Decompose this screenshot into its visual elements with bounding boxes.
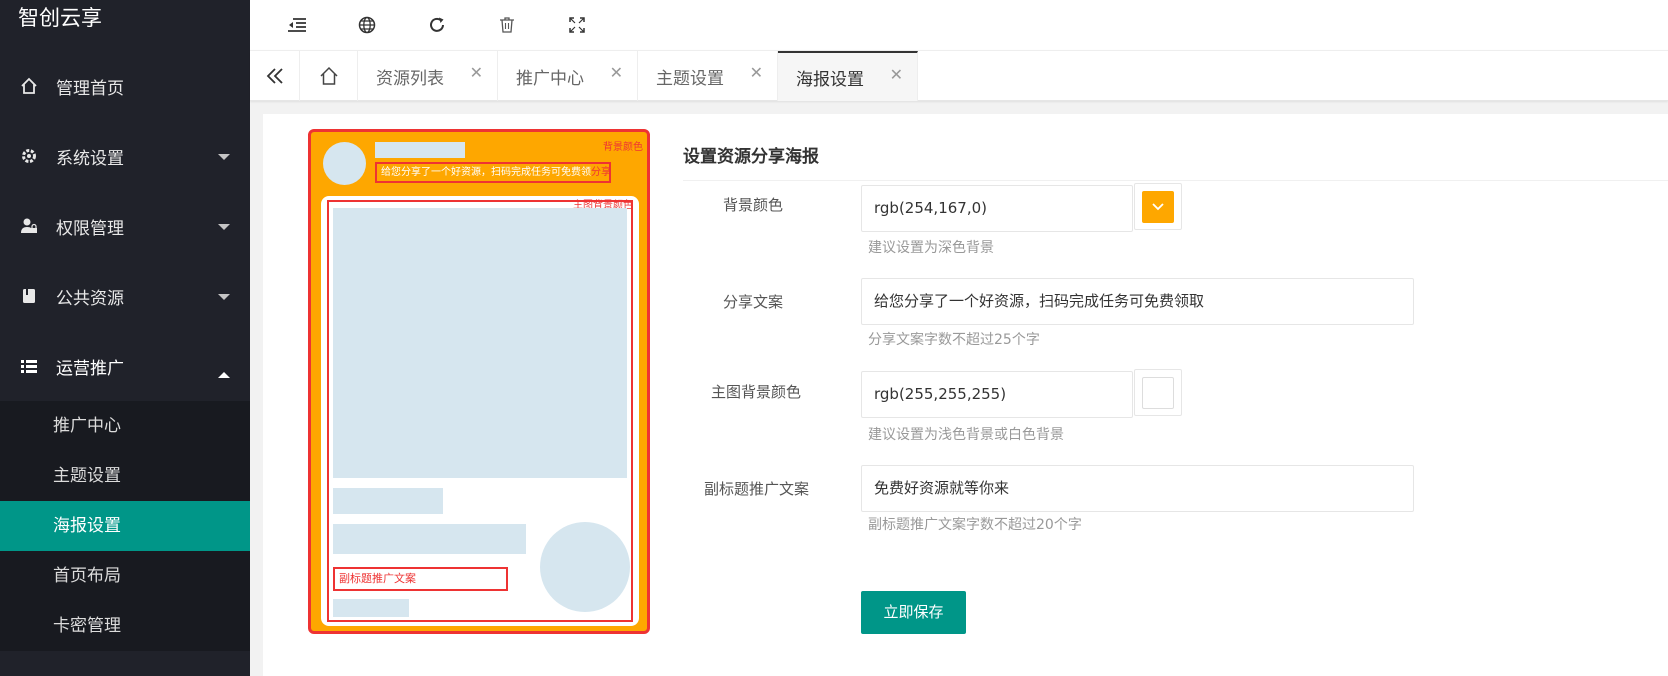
bg-color-label: 背景颜色 [722,196,783,214]
poster-footer-placeholder [333,599,409,617]
close-icon[interactable]: ✕ [470,63,483,82]
divider [683,180,1668,181]
color-swatch [1142,190,1174,223]
tab-label: 推广中心 [516,68,584,89]
tab-home[interactable] [300,51,358,101]
subtitle-hint: 副标题推广文案字数不超过20个字 [868,517,1082,533]
home-icon [319,66,338,85]
sidebar: 智创云享 管理首页 系统设置 权限管理 公共资源 运营推广 推广中心 主题设置 … [0,0,250,676]
gear-icon [20,147,38,165]
sidebar-item-label: 系统设置 [56,148,124,169]
chevron-down-icon [1152,202,1164,210]
poster-title-placeholder [333,488,443,514]
sidebar-subitem-home-layout[interactable]: 首页布局 [0,551,250,601]
subtitle-input[interactable]: 免费好资源就等你来 [861,465,1414,512]
subtitle-label: 副标题推广文案 [703,480,809,498]
sidebar-item-system-settings[interactable]: 系统设置 [0,121,250,191]
sidebar-item-label: 权限管理 [56,218,124,239]
chevron-down-icon [218,154,230,160]
share-text-hint: 分享文案字数不超过25个字 [868,332,1040,348]
poster-qrcode-placeholder [540,522,630,612]
tab-poster-settings[interactable]: 海报设置 ✕ [778,51,918,101]
sidebar-item-operations[interactable]: 运营推广 [0,331,250,401]
poster-preview: 背景颜色 给您分享了一个好资源，扫码完成任务可免费领分享文案 主图背景颜色 副标… [308,129,650,634]
book-icon [20,287,38,305]
sidebar-subitem-theme-settings[interactable]: 主题设置 [0,451,250,501]
poster-main-area: 主图背景颜色 副标题推广文案 [321,196,639,626]
main-bg-color-hint: 建议设置为浅色背景或白色背景 [868,427,1064,443]
list-icon [20,357,38,375]
chevron-up-icon [218,372,230,378]
tab-label: 主题设置 [656,68,724,89]
globe-icon[interactable] [332,0,402,50]
save-button[interactable]: 立即保存 [861,591,966,634]
sidebar-subitem-card-management[interactable]: 卡密管理 [0,601,250,651]
poster-share-text: 给您分享了一个好资源，扫码完成任务可免费领 [381,167,591,178]
sidebar-subitem-poster-settings[interactable]: 海报设置 [0,501,250,551]
fullscreen-icon[interactable] [542,0,612,50]
sidebar-item-permissions[interactable]: 权限管理 [0,191,250,261]
poster-desc-placeholder [333,524,526,554]
outdent-icon[interactable] [262,0,332,50]
chevron-down-icon [218,224,230,230]
sidebar-item-home[interactable]: 管理首页 [0,51,250,121]
sidebar-item-label: 公共资源 [56,288,124,309]
share-text-input[interactable]: 给您分享了一个好资源，扫码完成任务可免费领取 [861,278,1414,325]
share-text-label: 分享文案 [722,293,783,311]
close-icon[interactable]: ✕ [610,63,623,82]
user-lock-icon [20,217,38,235]
top-toolbar [250,0,1668,50]
form-title: 设置资源分享海报 [683,147,819,167]
sidebar-item-label: 运营推广 [56,358,124,379]
main-bg-color-label: 主图背景颜色 [710,383,801,401]
home-icon [20,77,38,95]
main-bg-color-picker[interactable] [1134,369,1182,416]
poster-name-placeholder [375,142,465,158]
color-swatch [1142,376,1174,409]
sidebar-item-label: 管理首页 [56,78,124,99]
close-icon[interactable]: ✕ [890,65,903,84]
double-chevron-left-icon [266,68,283,84]
main-card: 背景颜色 给您分享了一个好资源，扫码完成任务可免费领分享文案 主图背景颜色 副标… [263,114,1668,676]
poster-image-placeholder [333,208,627,478]
poster-share-text-box: 给您分享了一个好资源，扫码完成任务可免费领分享文案 [375,162,611,183]
poster-bg-color-tag: 背景颜色 [603,142,643,153]
poster-avatar-placeholder [323,142,366,185]
sidebar-subitem-promotion-center[interactable]: 推广中心 [0,401,250,451]
tab-label: 海报设置 [796,69,864,90]
close-icon[interactable]: ✕ [750,63,763,82]
chevron-down-icon [218,294,230,300]
trash-icon[interactable] [472,0,542,50]
tab-label: 资源列表 [376,68,444,89]
bg-color-input[interactable]: rgb(254,167,0) [861,185,1133,232]
refresh-icon[interactable] [402,0,472,50]
bg-color-hint: 建议设置为深色背景 [868,240,994,256]
tab-resource-list[interactable]: 资源列表 ✕ [358,51,498,101]
sidebar-submenu: 推广中心 主题设置 海报设置 首页布局 卡密管理 [0,401,250,651]
poster-share-tag: 分享文案 [591,167,611,178]
app-title: 智创云享 [0,0,250,36]
page-tabs: 资源列表 ✕ 推广中心 ✕ 主题设置 ✕ 海报设置 ✕ [250,50,1668,101]
tabs-scroll-left-button[interactable] [250,51,300,101]
tab-theme-settings[interactable]: 主题设置 ✕ [638,51,778,101]
sidebar-item-public-resources[interactable]: 公共资源 [0,261,250,331]
bg-color-picker[interactable] [1134,183,1182,230]
main-bg-color-input[interactable]: rgb(255,255,255) [861,371,1133,418]
tab-promotion-center[interactable]: 推广中心 ✕ [498,51,638,101]
poster-subtitle-box: 副标题推广文案 [333,567,508,591]
